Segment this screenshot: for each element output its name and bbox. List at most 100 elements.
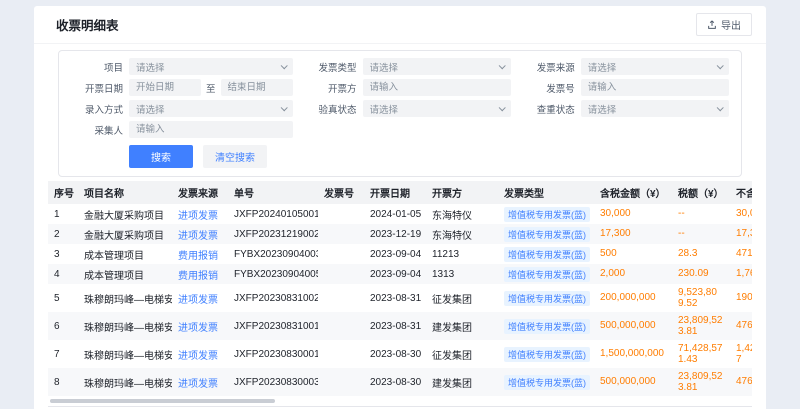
page-title: 收票明细表: [48, 15, 119, 34]
table-row: 7珠穆朗玛峰—电梯安装进项发票JXFP202308300012023-08-30…: [48, 340, 752, 368]
table-cell: 500,000,000: [594, 368, 672, 396]
invoice-type-cell: 增值税专用发票(蓝): [498, 368, 594, 396]
invoice-source-select[interactable]: 请选择: [581, 58, 729, 75]
recheck-status-label: 查重状态: [523, 102, 575, 116]
start-date-input[interactable]: [129, 79, 201, 96]
invoice-detail-panel: 收票明细表 导出 项目 请选择: [34, 6, 766, 409]
table-row: 6珠穆朗玛峰—电梯安装进项发票JXFP202308310012023-08-31…: [48, 312, 752, 340]
table-cell: 5: [48, 284, 78, 312]
table-cell: 征发集团: [426, 340, 498, 368]
table-cell: 3: [48, 244, 78, 264]
filter-field-entry-method: 录入方式 请选择: [71, 100, 293, 117]
table-cell: 金融大厦采购项目: [78, 224, 172, 244]
invoice-source-link[interactable]: 进项发票: [172, 368, 228, 396]
issuer-input[interactable]: [363, 79, 511, 96]
table-cell: [318, 340, 364, 368]
table-cell: 1,500,000,000: [594, 340, 672, 368]
invoice-source-link[interactable]: 进项发票: [172, 340, 228, 368]
table-cell: 2023-12-19: [364, 224, 426, 244]
scrollbar-thumb[interactable]: [50, 399, 275, 403]
invoice-type-cell: 增值税专用发票(蓝): [498, 284, 594, 312]
invoice-type-tag: 增值税专用发票(蓝): [504, 247, 590, 262]
invoice-type-cell: 增值税专用发票(蓝): [498, 264, 594, 284]
table-cell: 成本管理项目: [78, 264, 172, 284]
table-cell: 珠穆朗玛峰—电梯安装: [78, 340, 172, 368]
invoice-source-link[interactable]: 进项发票: [172, 284, 228, 312]
invoice-type-cell: 增值税专用发票(蓝): [498, 312, 594, 340]
table-cell: 7: [48, 340, 78, 368]
page-background: 收票明细表 导出 项目 请选择: [0, 0, 800, 409]
invoice-source-link[interactable]: 进项发票: [172, 224, 228, 244]
table-cell: 珠穆朗玛峰—电梯安装: [78, 368, 172, 396]
table-cell: 2,000: [594, 264, 672, 284]
filter-field-invoice-no: 发票号: [523, 79, 729, 96]
table-cell: 征发集团: [426, 284, 498, 312]
table-cell: [318, 264, 364, 284]
collector-input[interactable]: [129, 121, 293, 138]
table-cell: 2023-09-04: [364, 264, 426, 284]
invoice-type-cell: 增值税专用发票(蓝): [498, 244, 594, 264]
table-cell: --: [672, 224, 730, 244]
column-header: 开票方: [426, 181, 498, 204]
table-cell: JXFP20230830001: [228, 340, 318, 368]
table-cell: 190,476,190.48: [730, 284, 752, 312]
table-cell: 2023-09-04: [364, 244, 426, 264]
chevron-down-icon: [280, 62, 287, 69]
table-row: 2金融大厦采购项目进项发票JXFP202312190022023-12-19东海…: [48, 224, 752, 244]
table-cell: 建发集团: [426, 368, 498, 396]
invoice-type-tag: 增值税专用发票(蓝): [504, 347, 590, 362]
table-cell: 200,000,000: [594, 284, 672, 312]
column-header: 发票类型: [498, 181, 594, 204]
verify-status-select[interactable]: 请选择: [363, 100, 511, 117]
table-cell: [318, 224, 364, 244]
invoice-source-link[interactable]: 进项发票: [172, 204, 228, 224]
search-button[interactable]: 搜索: [129, 145, 193, 168]
table-cell: 8: [48, 368, 78, 396]
invoice-table: 序号项目名称发票来源单号发票号开票日期开票方发票类型含税金额（¥）税额（¥）不含…: [48, 181, 752, 396]
filter-field-issuer: 开票方: [305, 79, 511, 96]
table-cell: 17,300: [594, 224, 672, 244]
table-cell: JXFP20240105001: [228, 204, 318, 224]
table-cell: 476,190,476.19: [730, 368, 752, 396]
table-cell: FYBX20230904005: [228, 264, 318, 284]
end-date-input[interactable]: [221, 79, 293, 96]
table-cell: JXFP20230831001: [228, 312, 318, 340]
invoice-no-input[interactable]: [581, 79, 729, 96]
table-cell: [318, 204, 364, 224]
table-cell: 珠穆朗玛峰—电梯安装: [78, 284, 172, 312]
issuer-label: 开票方: [305, 81, 357, 95]
table-cell: [318, 284, 364, 312]
clear-search-button[interactable]: 清空搜索: [203, 145, 267, 168]
collector-label: 采集人: [71, 123, 123, 137]
project-label: 项目: [71, 60, 123, 74]
invoice-type-cell: 增值税专用发票(蓝): [498, 224, 594, 244]
filter-field-invoice-source: 发票来源 请选择: [523, 58, 729, 75]
invoice-type-tag: 增值税专用发票(蓝): [504, 319, 590, 334]
invoice-source-link[interactable]: 费用报销: [172, 244, 228, 264]
table-cell: 2023-08-31: [364, 284, 426, 312]
chevron-down-icon: [498, 62, 505, 69]
entry-method-select[interactable]: 请选择: [129, 100, 293, 117]
table-row: 5珠穆朗玛峰—电梯安装进项发票JXFP20230831002 2023-08-31…: [48, 284, 752, 312]
table-cell: 23,809,523.81: [672, 368, 730, 396]
invoice-source-link[interactable]: 费用报销: [172, 264, 228, 284]
table-cell: 30,000: [594, 204, 672, 224]
project-select[interactable]: 请选择: [129, 58, 293, 75]
chevron-down-icon: [717, 104, 724, 111]
export-button[interactable]: 导出: [696, 13, 752, 36]
table-cell: [318, 312, 364, 340]
recheck-status-select[interactable]: 请选择: [581, 100, 729, 117]
horizontal-scrollbar: [50, 399, 752, 403]
chevron-down-icon: [280, 104, 287, 111]
table-cell: JXFP20230831002: [228, 284, 318, 312]
invoice-source-label: 发票来源: [523, 60, 575, 74]
filter-field-verify-status: 验真状态 请选择: [305, 100, 511, 117]
table-cell: 1,769.91: [730, 264, 752, 284]
invoice-source-link[interactable]: 进项发票: [172, 312, 228, 340]
invoice-type-select[interactable]: 请选择: [363, 58, 511, 75]
invoice-date-label: 开票日期: [71, 81, 123, 95]
column-header: 不含税金额（¥）: [730, 181, 752, 204]
table-cell: [318, 244, 364, 264]
invoice-no-label: 发票号: [523, 81, 575, 95]
table-cell: 2023-08-31: [364, 312, 426, 340]
